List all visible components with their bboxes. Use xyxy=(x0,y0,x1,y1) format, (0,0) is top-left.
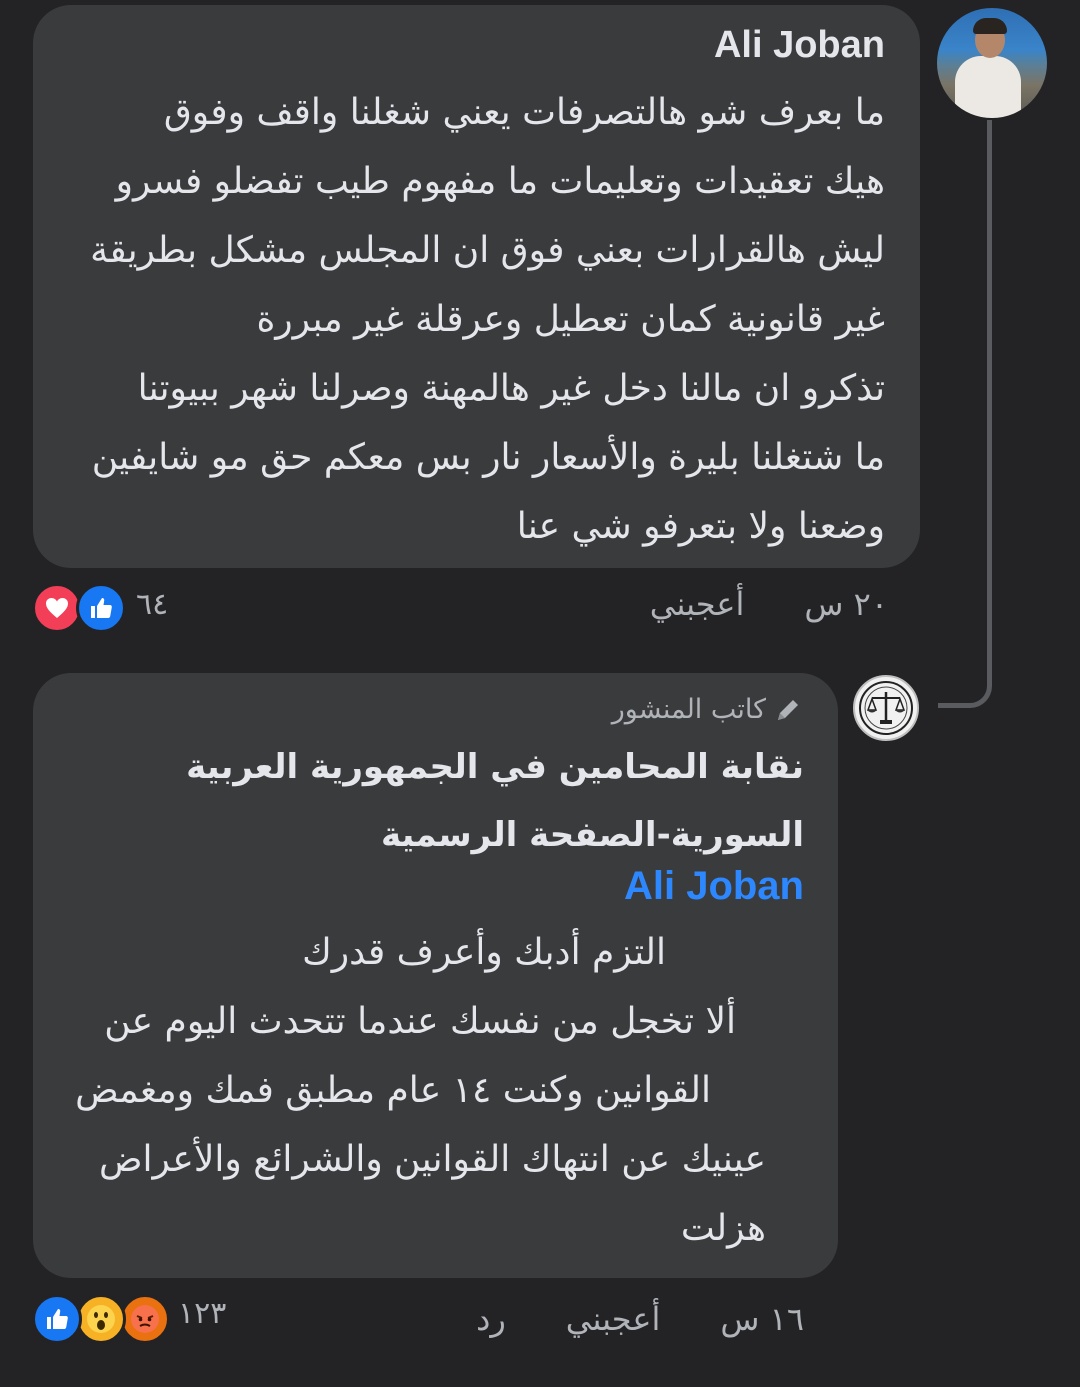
love-icon xyxy=(32,583,82,633)
comment-author[interactable]: Ali Joban xyxy=(714,24,885,67)
avatar-torso xyxy=(955,56,1021,118)
pencil-icon xyxy=(778,699,798,720)
reply-line: التزم أدبك وأعرف قدرك xyxy=(302,932,666,973)
reply-button[interactable]: رد xyxy=(476,1300,506,1338)
reply-line: هزلت xyxy=(680,1208,766,1249)
comment-line: ما بعرف شو هالتصرفات يعني شغلنا واقف وفو… xyxy=(163,92,885,133)
comment-line: هيك تعقيدات وتعليمات ما مفهوم طيب تفضلو … xyxy=(115,161,885,202)
avatar[interactable] xyxy=(937,8,1047,118)
comment-time[interactable]: ٢٠ س xyxy=(804,585,888,623)
comment-line: ليش هالقرارات بعني فوق ان المجلس مشكل بط… xyxy=(90,230,885,271)
avatar-hair xyxy=(973,18,1007,34)
author-badge-label: كاتب المنشور xyxy=(611,694,766,725)
comment-line: تذكرو ان مالنا دخل غير هالمهنة وصرلنا شه… xyxy=(137,368,885,409)
scales-of-justice-icon xyxy=(859,681,913,735)
like-icon xyxy=(76,583,126,633)
like-icon xyxy=(32,1294,82,1344)
like-button[interactable]: أعجبني xyxy=(650,585,745,623)
reaction-count: ٦٤ xyxy=(136,587,169,622)
reaction-count: ١٢٣ xyxy=(178,1296,227,1331)
reply-line: القوانين وكنت ١٤ عام مطبق فمك ومغمض xyxy=(75,1070,711,1111)
reply-line: ألا تخجل من نفسك عندما تتحدث اليوم عن xyxy=(104,1001,736,1042)
reply-author-line: السورية-الصفحة الرسمية xyxy=(380,815,804,855)
reply-actions: ١٦ س أعجبني رد xyxy=(476,1300,804,1338)
reply-time[interactable]: ١٦ س xyxy=(720,1300,804,1338)
wow-icon xyxy=(76,1294,126,1344)
reply-line: عينيك عن انتهاك القوانين والشرائع والأعر… xyxy=(98,1139,766,1180)
author-badge: كاتب المنشور xyxy=(612,694,802,725)
reply-thread-line xyxy=(938,120,992,708)
reply-text: التزم أدبك وأعرف قدرك ألا تخجل من نفسك ع… xyxy=(66,918,766,1263)
comment-line: ما شتغلنا بليرة والأسعار نار بس معكم حق … xyxy=(91,437,885,478)
mention-link[interactable]: Ali Joban xyxy=(624,864,804,909)
angry-icon xyxy=(120,1294,170,1344)
comment-text: ما بعرف شو هالتصرفات يعني شغلنا واقف وفو… xyxy=(65,78,885,561)
page-avatar[interactable] xyxy=(853,675,919,741)
comment-line: غير قانونية كمان تعطيل وعرقلة غير مبررة xyxy=(256,299,885,340)
comment-actions: ٢٠ س أعجبني xyxy=(650,585,888,623)
comment-line: وضعنا ولا بتعرفو شي عنا xyxy=(516,506,885,547)
like-button[interactable]: أعجبني xyxy=(566,1300,661,1338)
reply-author-line: نقابة المحامين في الجمهورية العربية xyxy=(186,747,804,787)
reply-author[interactable]: نقابة المحامين في الجمهورية العربية السو… xyxy=(104,733,804,869)
